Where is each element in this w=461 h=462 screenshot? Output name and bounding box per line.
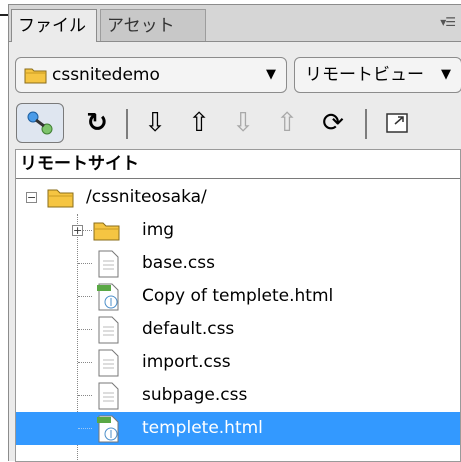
- tree-connector: [78, 329, 92, 330]
- html-file-icon: [97, 283, 119, 311]
- tree-root[interactable]: − /cssniteosaka/: [16, 181, 460, 214]
- tree-connector: [78, 362, 92, 363]
- collapse-icon[interactable]: −: [26, 192, 37, 203]
- tab-files[interactable]: ファイル: [11, 9, 97, 42]
- file-tree: リモートサイト − /cssniteosaka/ + img base.css …: [15, 149, 461, 462]
- get-button[interactable]: ⇩: [135, 103, 175, 143]
- tree-connector: [78, 428, 92, 429]
- put-button[interactable]: ⇧: [179, 103, 219, 143]
- checkin-button[interactable]: ⇧: [267, 103, 307, 143]
- expand-folder-icon[interactable]: +: [72, 225, 83, 236]
- checkin-icon: ⇧: [276, 108, 298, 138]
- get-icon: ⇩: [144, 108, 166, 138]
- view-select[interactable]: リモートビュー ▼: [294, 57, 461, 93]
- chevron-down-icon: ▼: [441, 67, 451, 82]
- expand-button[interactable]: [377, 103, 417, 143]
- tree-item-label: Copy of templete.html: [142, 286, 334, 306]
- put-icon: ⇧: [188, 108, 210, 138]
- tree-item[interactable]: subpage.css: [16, 379, 460, 412]
- files-panel: ファイル アセット ▾☰ cssnitedemo ▼ リモートビュー ▼ ↻ ⇩: [8, 4, 461, 462]
- toolbar-separator: [365, 109, 367, 139]
- checkout-icon: ⇩: [232, 108, 254, 138]
- tree-connector: [78, 263, 92, 264]
- chevron-down-icon: ▼: [266, 67, 276, 82]
- checkout-button[interactable]: ⇩: [223, 103, 263, 143]
- sync-icon: ⟳: [322, 108, 344, 138]
- tree-item[interactable]: import.css: [16, 346, 460, 379]
- panel-header: リモートサイト: [16, 150, 460, 179]
- tab-assets[interactable]: アセット: [100, 9, 206, 41]
- html-file-icon: [97, 415, 119, 443]
- tree-item-label: import.css: [142, 352, 231, 372]
- panel-menu-icon[interactable]: ▾☰: [440, 15, 456, 29]
- tree-connector: [78, 395, 92, 396]
- tree-item-label: base.css: [142, 253, 215, 273]
- expand-icon: [386, 113, 408, 133]
- tab-strip: ファイル アセット ▾☰: [9, 5, 461, 42]
- document-icon: [98, 349, 119, 377]
- tree-item[interactable]: base.css: [16, 247, 460, 280]
- tree-item-label: templete.html: [142, 418, 263, 438]
- folder-icon: [24, 68, 47, 84]
- tree-item-label: subpage.css: [142, 385, 248, 405]
- folder-open-icon: [47, 189, 74, 208]
- refresh-icon: ↻: [86, 108, 108, 138]
- tree-item-selected[interactable]: templete.html: [16, 412, 460, 445]
- tree-item[interactable]: Copy of templete.html: [16, 280, 460, 313]
- site-select[interactable]: cssnitedemo ▼: [15, 57, 287, 93]
- connect-button[interactable]: [16, 103, 64, 143]
- tree-item[interactable]: default.css: [16, 313, 460, 346]
- tree-root-label: /cssniteosaka/: [86, 187, 207, 207]
- tree-item-label: default.css: [142, 319, 235, 339]
- connect-icon: [27, 111, 53, 135]
- sync-button[interactable]: ⟳: [313, 103, 353, 143]
- document-icon: [98, 316, 119, 344]
- tree-item-label: img: [142, 220, 175, 240]
- site-select-value: cssnitedemo: [52, 65, 160, 85]
- refresh-button[interactable]: ↻: [77, 103, 117, 143]
- toolbar: ↻ ⇩ ⇧ ⇩ ⇧ ⟳: [9, 103, 461, 145]
- document-icon: [98, 250, 119, 278]
- tree-item[interactable]: + img: [16, 214, 460, 247]
- toolbar-separator: [126, 109, 128, 139]
- document-icon: [98, 382, 119, 410]
- tree-connector: [78, 296, 92, 297]
- folder-icon: [93, 222, 120, 241]
- view-select-value: リモートビュー: [305, 65, 424, 85]
